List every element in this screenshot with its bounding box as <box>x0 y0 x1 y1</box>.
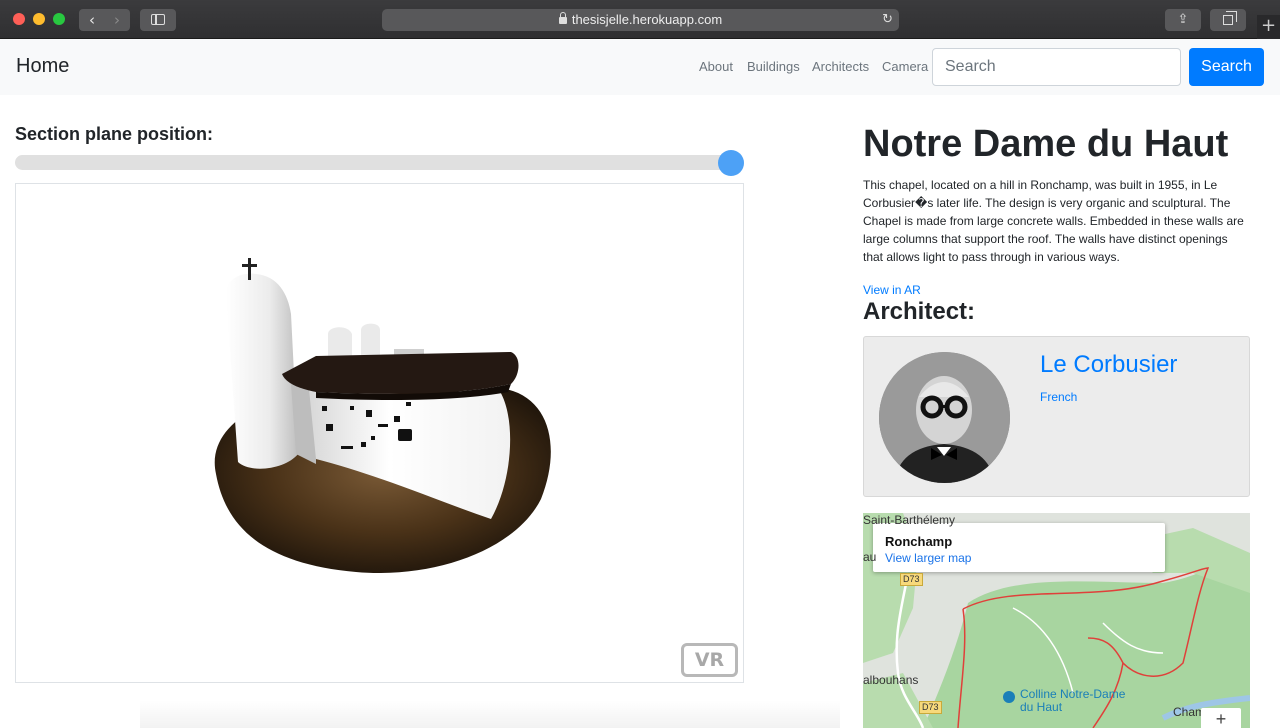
close-window-button[interactable] <box>13 13 25 25</box>
sidebar-toggle-button[interactable] <box>140 9 176 31</box>
reload-icon[interactable]: ↻ <box>882 9 893 31</box>
back-button[interactable]: ‹ <box>79 9 105 31</box>
page-bottom-shadow <box>140 700 840 728</box>
map-poi-colline-notre-dame[interactable]: Colline Notre-Dame du Haut <box>1020 688 1132 714</box>
nav-link-architects[interactable]: Architects <box>812 59 869 74</box>
view-larger-map-link[interactable]: View larger map <box>885 551 971 565</box>
home-link[interactable]: Home <box>16 55 69 78</box>
browser-toolbar: ‹ › thesisjelle.herokuapp.com ↻ ⇪ + <box>0 0 1280 39</box>
map-place-name: Ronchamp <box>885 534 953 549</box>
new-tab-button[interactable]: + <box>1257 15 1280 39</box>
minimize-window-button[interactable] <box>33 13 45 25</box>
forward-button[interactable]: › <box>104 9 130 31</box>
map-info-card: Ronchamp View larger map <box>873 523 1165 572</box>
sidebar-icon <box>151 14 165 25</box>
map-label-saint-barthelemy: Saint-Barthélemy <box>863 513 956 527</box>
model-viewer[interactable]: VR <box>15 183 744 683</box>
architect-heading: Architect: <box>863 298 976 325</box>
chapel-3d-model[interactable] <box>16 184 743 682</box>
search-input[interactable] <box>932 48 1181 86</box>
road-badge-d73-south: D73 <box>919 701 942 714</box>
architect-nationality-link[interactable]: French <box>1040 390 1077 404</box>
site-navbar: Home About Buildings Architects Camera S… <box>0 39 1280 95</box>
chevron-left-icon: ‹ <box>89 11 95 29</box>
show-tabs-button[interactable] <box>1210 9 1246 31</box>
nav-link-about[interactable]: About <box>699 59 733 74</box>
share-icon: ⇪ <box>1177 12 1189 27</box>
architect-name-link[interactable]: Le Corbusier <box>1040 351 1177 379</box>
zoom-window-button[interactable] <box>53 13 65 25</box>
section-plane-label: Section plane position: <box>15 124 214 144</box>
tabs-icon <box>1223 11 1237 25</box>
map-zoom-in-button[interactable]: + <box>1201 708 1241 728</box>
location-map[interactable]: Ronchamp View larger map Saint-Barthélem… <box>863 513 1250 728</box>
section-plane-slider[interactable] <box>15 155 744 170</box>
share-button[interactable]: ⇪ <box>1165 9 1201 31</box>
chevron-right-icon: › <box>114 11 120 29</box>
map-label-partial: au <box>863 550 877 564</box>
road-badge-d73: D73 <box>900 573 923 586</box>
nav-link-camera[interactable]: Camera <box>882 59 928 74</box>
map-label-albouhans: albouhans <box>863 673 919 687</box>
architect-card[interactable]: Le Corbusier French <box>863 336 1250 497</box>
search-button[interactable]: Search <box>1189 48 1264 86</box>
vr-button[interactable]: VR <box>681 643 738 677</box>
lock-icon <box>558 12 567 24</box>
building-title: Notre Dame du Haut <box>863 123 1229 165</box>
url-text: thesisjelle.herokuapp.com <box>571 12 723 27</box>
address-bar[interactable]: thesisjelle.herokuapp.com ↻ <box>382 9 899 31</box>
nav-link-buildings[interactable]: Buildings <box>747 59 800 74</box>
building-description: This chapel, located on a hill in Roncha… <box>863 178 1244 264</box>
view-in-ar-link[interactable]: View in AR <box>863 283 921 297</box>
section-plane-slider-thumb[interactable] <box>718 150 744 176</box>
architect-photo <box>879 352 1010 483</box>
